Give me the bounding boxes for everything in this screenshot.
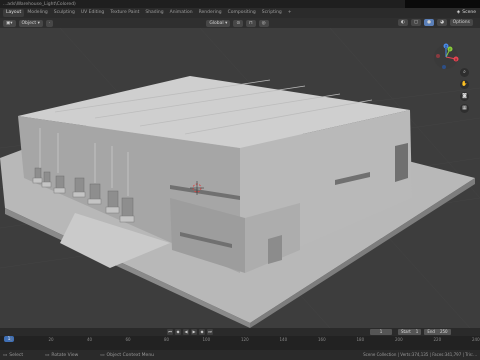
ruler-tick: 20 <box>48 337 54 342</box>
xray-button[interactable]: ▢ <box>410 19 422 26</box>
prev-key-icon[interactable]: ◆ <box>175 329 181 335</box>
mouse-middle-icon: ▭ <box>45 352 50 358</box>
workspace-bar: Layout Modeling Sculpting UV Editing Texture… <box>0 8 480 18</box>
grid-icon[interactable]: ▦ <box>460 104 469 113</box>
play-icon[interactable]: ▶ <box>191 329 197 335</box>
ruler-tick: 220 <box>433 337 442 342</box>
zoom-icon[interactable]: ⌕ <box>460 68 469 77</box>
view-menu[interactable]: · <box>45 19 54 27</box>
scene-label: Scene <box>462 10 476 15</box>
ruler-tick: 180 <box>356 337 365 342</box>
gizmo-neg-z-handle[interactable] <box>442 65 446 69</box>
end-label: End <box>427 329 435 334</box>
shading-buttons: ◐ ▢ ● ◕ <box>397 19 450 26</box>
workspace-tabs: Layout Modeling Sculpting UV Editing Texture… <box>3 9 295 17</box>
end-frame-field[interactable]: End 250 <box>424 329 451 335</box>
ruler-tick: 0 <box>10 337 13 342</box>
scene-icon: ◈ <box>456 10 461 15</box>
tab-rendering[interactable]: Rendering <box>196 9 225 17</box>
window-controls[interactable] <box>405 0 480 8</box>
play-reverse-icon[interactable]: ◀ <box>183 329 189 335</box>
gizmo-x-label: X <box>455 58 457 62</box>
tab-compositing[interactable]: Compositing <box>225 9 259 17</box>
ruler-tick: 60 <box>125 337 131 342</box>
add-workspace-button[interactable]: + <box>285 9 295 17</box>
pivot-button[interactable]: ⊙ <box>233 19 244 27</box>
playback-controls: ⏮ ◆ ◀ ▶ ◆ ⏭ <box>167 329 215 335</box>
status-select: Select <box>9 352 24 358</box>
proportional-button[interactable]: ◎ <box>258 19 269 27</box>
front-door <box>268 235 282 264</box>
gizmo-z-label: Z <box>445 45 447 49</box>
tab-layout[interactable]: Layout <box>3 9 25 17</box>
ruler-tick: 160 <box>318 337 326 342</box>
navigation-gizmo[interactable]: X Y Z <box>432 43 460 71</box>
ruler-tick: 140 <box>279 337 288 342</box>
orientation-label: Global <box>209 20 224 26</box>
options-button[interactable]: Options <box>449 19 473 26</box>
shading-material-button[interactable]: ◕ <box>437 19 447 26</box>
tab-sculpting[interactable]: Sculpting <box>51 9 78 17</box>
status-rotate: Rotate View <box>51 352 79 358</box>
start-value: 1 <box>415 329 419 334</box>
timeline-header: ⏮ ◆ ◀ ▶ ◆ ⏭ 1 Start 1 End 250 <box>0 328 480 336</box>
mode-dropdown[interactable]: Object ▾ <box>18 19 43 27</box>
ruler-tick: 200 <box>395 337 403 342</box>
tab-scripting[interactable]: Scripting <box>259 9 285 17</box>
start-frame-field[interactable]: Start 1 <box>398 329 422 335</box>
ruler-tick: 240 <box>472 337 480 342</box>
warehouse-scene <box>0 28 480 328</box>
ruler-tick: 80 <box>164 337 170 342</box>
scene-selector[interactable]: ◈ Scene <box>457 9 476 17</box>
viewport-header: ▣▾ Object ▾ · Global ▾ ⊙ ⊓ ◎ ◐ ▢ ● ◕ Opt… <box>0 18 480 28</box>
status-context: Object Context Menu <box>106 352 155 358</box>
shading-solid-button[interactable]: ● <box>424 19 435 26</box>
ruler-tick: 40 <box>87 337 93 342</box>
status-bar: ▭ Select ▭ Rotate View ▭ Object Context … <box>0 350 480 360</box>
jump-end-icon[interactable]: ⏭ <box>207 329 213 335</box>
mode-label: Object <box>21 20 37 26</box>
window-title: ...ads\Warehouse_Light\Colored) <box>3 1 76 7</box>
frame-range: 1 Start 1 End 250 <box>370 329 451 335</box>
gizmo-neg-x-handle[interactable] <box>436 54 440 58</box>
mouse-left-icon: ▭ <box>3 352 8 358</box>
start-label: Start <box>401 329 411 334</box>
camera-icon[interactable]: ◙ <box>460 92 469 101</box>
tab-uv-editing[interactable]: UV Editing <box>78 9 107 17</box>
gizmo-y-label: Y <box>449 48 451 52</box>
tab-texture-paint[interactable]: Texture Paint <box>107 9 142 17</box>
current-frame-field[interactable]: 1 <box>370 329 392 335</box>
options-label: Options <box>452 20 470 25</box>
3d-viewport[interactable]: X Y Z ⌕ ✋ ◙ ▦ <box>0 28 480 328</box>
orientation-dropdown[interactable]: Global ▾ <box>206 19 231 27</box>
timeline-ruler[interactable]: 1 0 20 40 60 80 100 120 140 160 180 200 220 240 <box>0 336 480 350</box>
jump-start-icon[interactable]: ⏮ <box>167 329 173 335</box>
next-key-icon[interactable]: ◆ <box>199 329 205 335</box>
tab-shading[interactable]: Shading <box>142 9 166 17</box>
mouse-right-icon: ▭ <box>100 352 105 358</box>
tab-animation[interactable]: Animation <box>167 9 196 17</box>
overlay-button[interactable]: ◐ <box>397 19 408 26</box>
snap-button[interactable]: ⊓ <box>246 19 256 27</box>
scene-stats: Scene Collection | Verts:374,135 | Faces… <box>363 352 477 357</box>
ruler-tick: 120 <box>241 337 249 342</box>
end-value: 250 <box>439 329 448 334</box>
ruler-tick: 100 <box>202 337 211 342</box>
hand-icon[interactable]: ✋ <box>460 80 469 89</box>
editor-type-button[interactable]: ▣▾ <box>3 19 16 27</box>
tab-modeling[interactable]: Modeling <box>24 9 50 17</box>
